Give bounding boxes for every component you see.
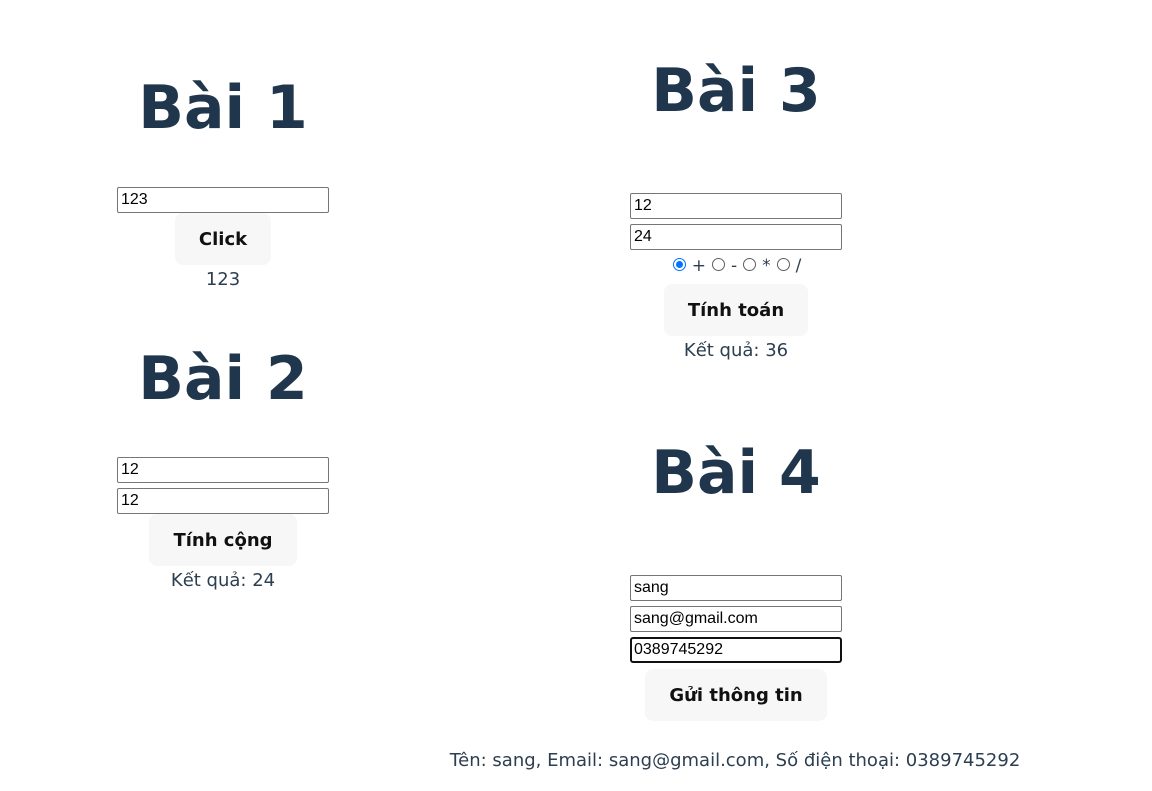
bai2-input-2[interactable] — [117, 488, 329, 514]
gui-thong-tin-button[interactable]: Gửi thông tin — [645, 669, 827, 721]
radio-plus[interactable] — [672, 257, 686, 271]
radio-multiply-label: * — [762, 256, 771, 276]
bai3-title: Bài 3 — [651, 56, 821, 126]
radio-minus-label: - — [730, 256, 738, 276]
bai2-result: Kết quả: 24 — [170, 570, 276, 591]
click-button[interactable]: Click — [174, 213, 272, 265]
bai1-output: 123 — [205, 269, 241, 290]
radio-divide-label: / — [795, 256, 802, 276]
bai4-section: Bài 4 Gửi thông tin — [630, 443, 842, 721]
tinh-cong-button[interactable]: Tính cộng — [149, 514, 297, 566]
radio-minus[interactable] — [711, 257, 725, 271]
bai3-result: Kết quả: 36 — [683, 340, 789, 361]
bai3-input-1[interactable] — [630, 193, 842, 219]
bai2-section: Bài 2 Tính cộng Kết quả: 24 — [117, 349, 329, 591]
bai4-title: Bài 4 — [651, 438, 821, 508]
bai3-input-2[interactable] — [630, 224, 842, 250]
radio-plus-label: + — [691, 256, 706, 276]
name-field[interactable] — [630, 575, 842, 601]
phone-field[interactable] — [630, 637, 842, 663]
page: Bài 1 Click 123 Bài 2 Tính cộng Kết quả:… — [0, 0, 1152, 791]
operator-radio-group: + - * / — [669, 254, 804, 278]
bai2-title: Bài 2 — [138, 344, 308, 414]
radio-divide[interactable] — [776, 257, 790, 271]
radio-multiply[interactable] — [743, 257, 757, 271]
email-field[interactable] — [630, 606, 842, 632]
bai2-input-1[interactable] — [117, 457, 329, 483]
bai1-section: Bài 1 Click 123 — [117, 78, 329, 290]
tinh-toan-button[interactable]: Tính toán — [663, 284, 809, 336]
bai1-title: Bài 1 — [138, 73, 308, 143]
bai3-section: Bài 3 + - * / Tính toán Kết quả: 36 — [630, 61, 842, 361]
bai1-input[interactable] — [117, 187, 329, 213]
bai4-summary: Tên: sang, Email: sang@gmail.com, Số điệ… — [449, 750, 1021, 771]
